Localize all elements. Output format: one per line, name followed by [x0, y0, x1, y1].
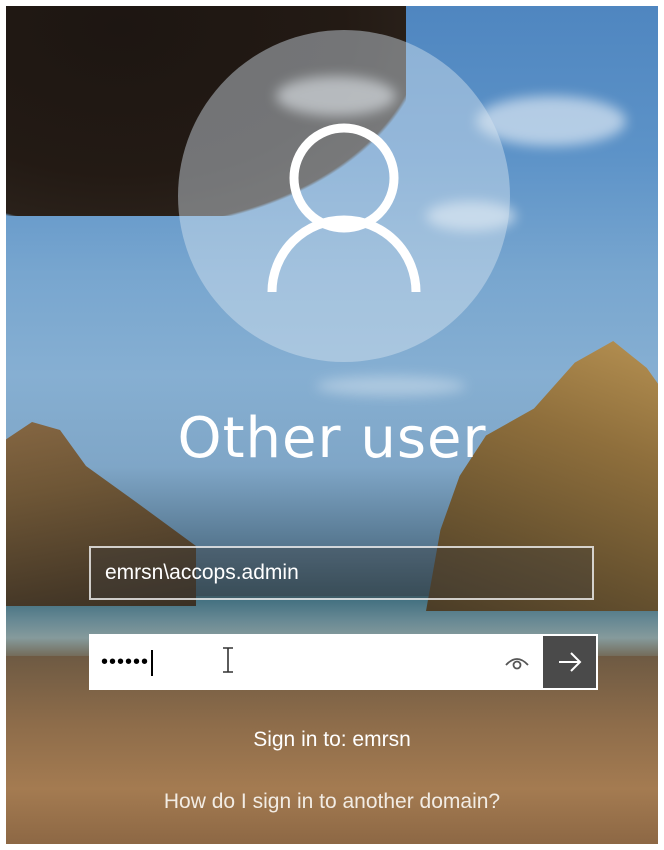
password-row: •••••• — [89, 634, 598, 690]
user-display-name: Other user — [177, 406, 487, 471]
ibeam-cursor-icon — [223, 647, 233, 673]
password-input[interactable]: •••••• — [91, 636, 543, 688]
background-cloud — [316, 376, 466, 396]
eye-icon[interactable] — [503, 650, 531, 674]
user-silhouette-icon — [267, 123, 421, 293]
text-caret — [151, 649, 154, 676]
other-domain-link[interactable]: How do I sign in to another domain? — [6, 790, 658, 814]
submit-button[interactable] — [543, 636, 596, 688]
username-input[interactable]: emrsn\accops.admin — [89, 546, 594, 600]
lock-screen: Other user emrsn\accops.admin •••••• Sig… — [6, 6, 658, 844]
arrow-right-icon — [559, 652, 582, 672]
sign-in-domain-text: Sign in to: emrsn — [253, 728, 411, 751]
password-masked-value: •••••• — [101, 651, 150, 673]
user-avatar — [178, 30, 510, 362]
